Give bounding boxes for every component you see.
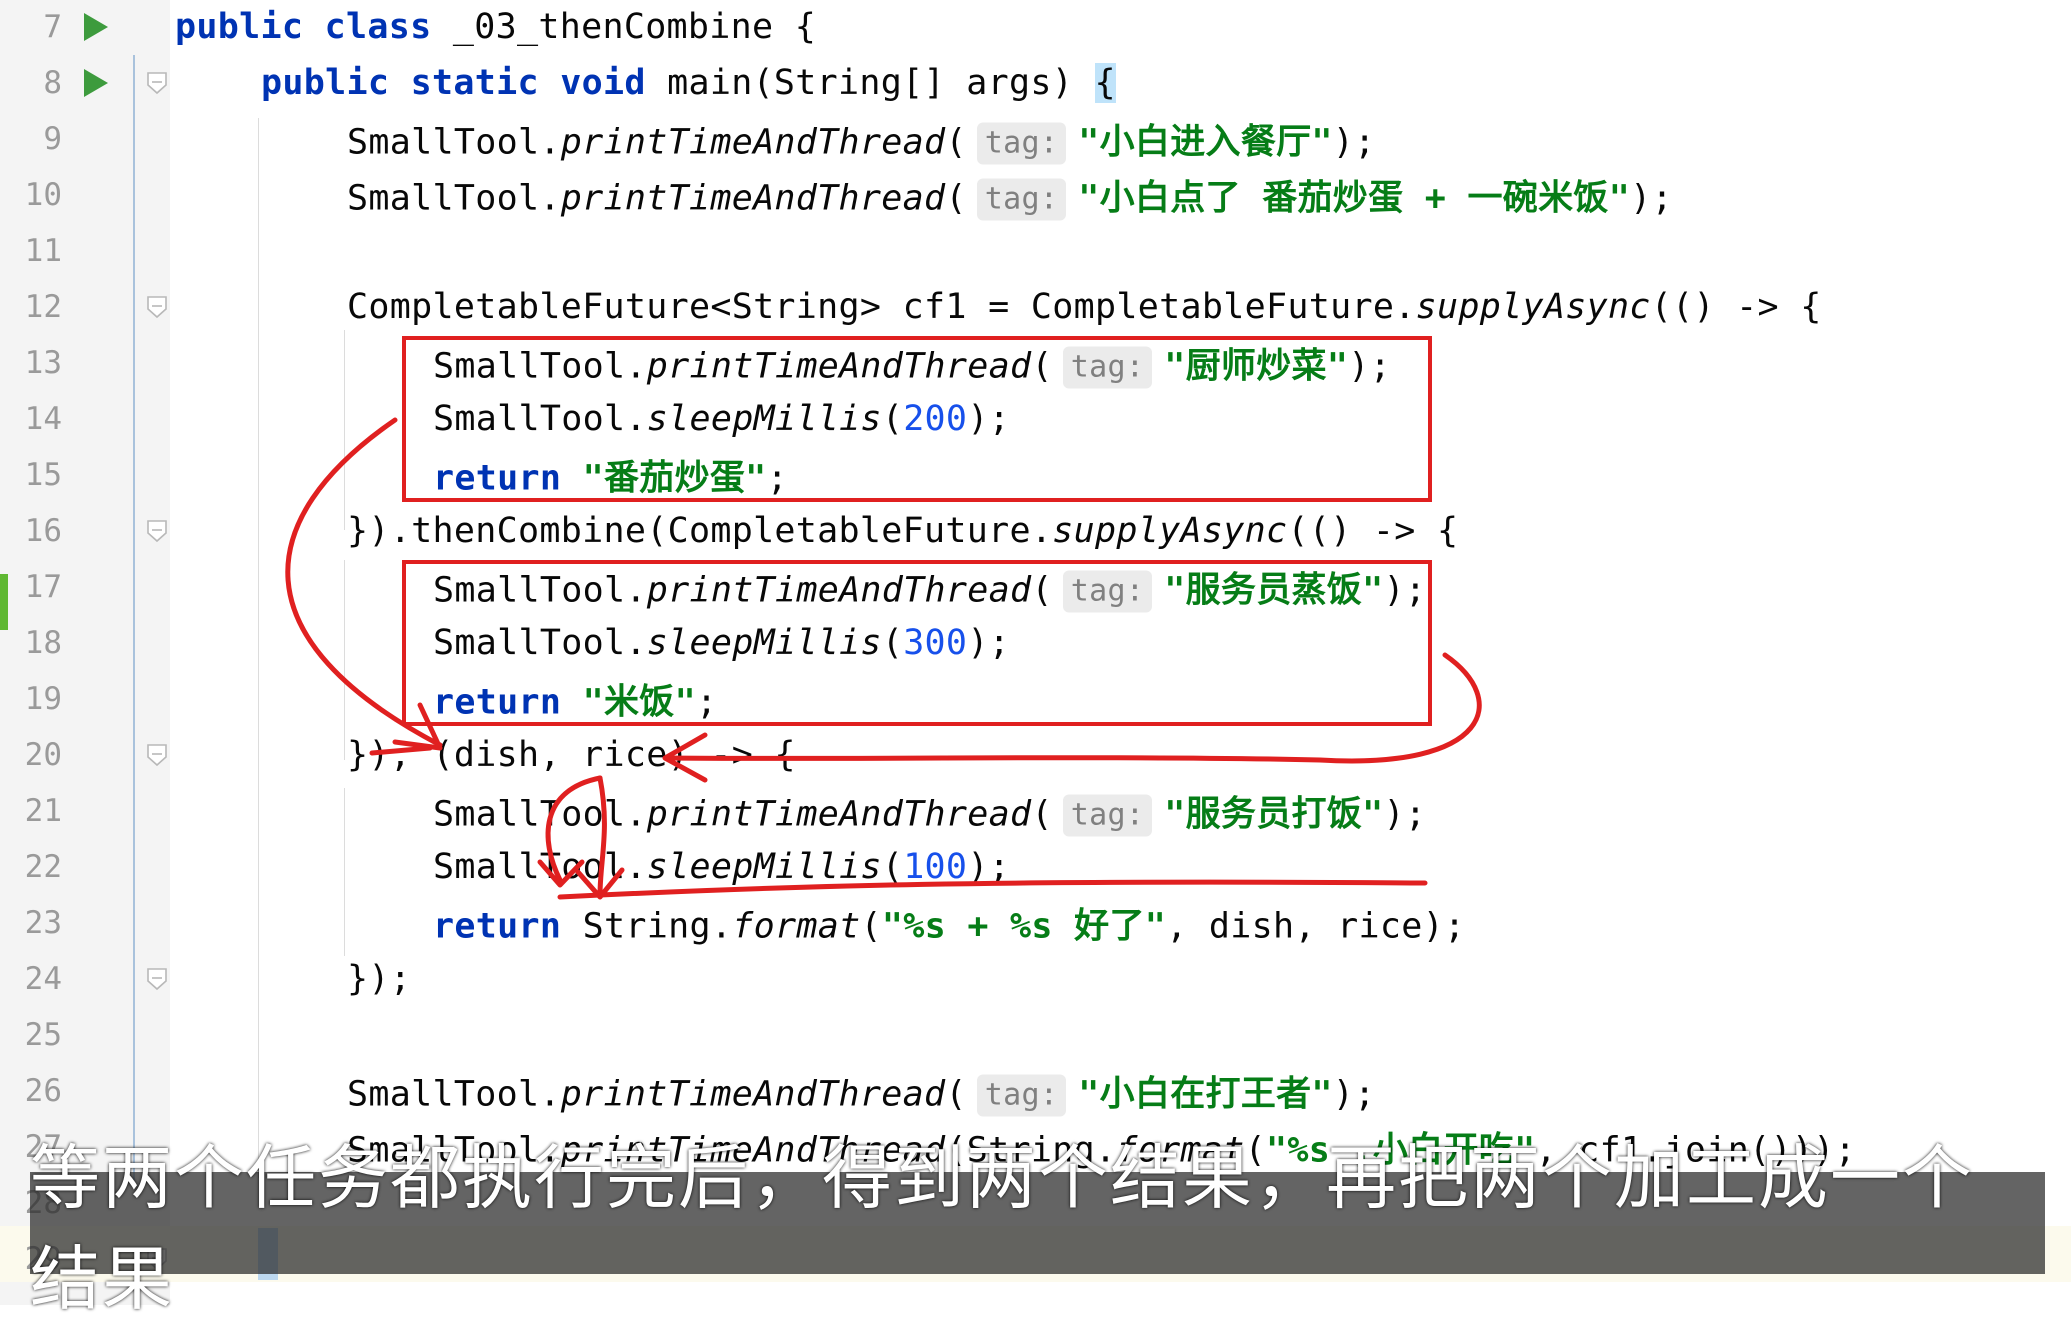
code-editor[interactable]: 7 public class _03_thenCombine {8 public s… <box>0 0 2071 1305</box>
underline-return <box>557 879 1428 900</box>
video-subtitle: 等两个任务都执行完后，得到两个结果，再把两个加工成一个结果 <box>30 1137 2045 1320</box>
arrow-to-body-left <box>537 775 603 888</box>
subtitle-text: 等两个任务都执行完后，得到两个结果，再把两个加工成一个结果 <box>30 1137 1974 1320</box>
arrow-dish-curve <box>285 417 443 748</box>
arrow-to-body-right <box>575 775 625 900</box>
arrow-stub-left <box>369 745 433 756</box>
annotation-arrows <box>285 417 1482 900</box>
arrow-rice-curve <box>667 652 1482 764</box>
